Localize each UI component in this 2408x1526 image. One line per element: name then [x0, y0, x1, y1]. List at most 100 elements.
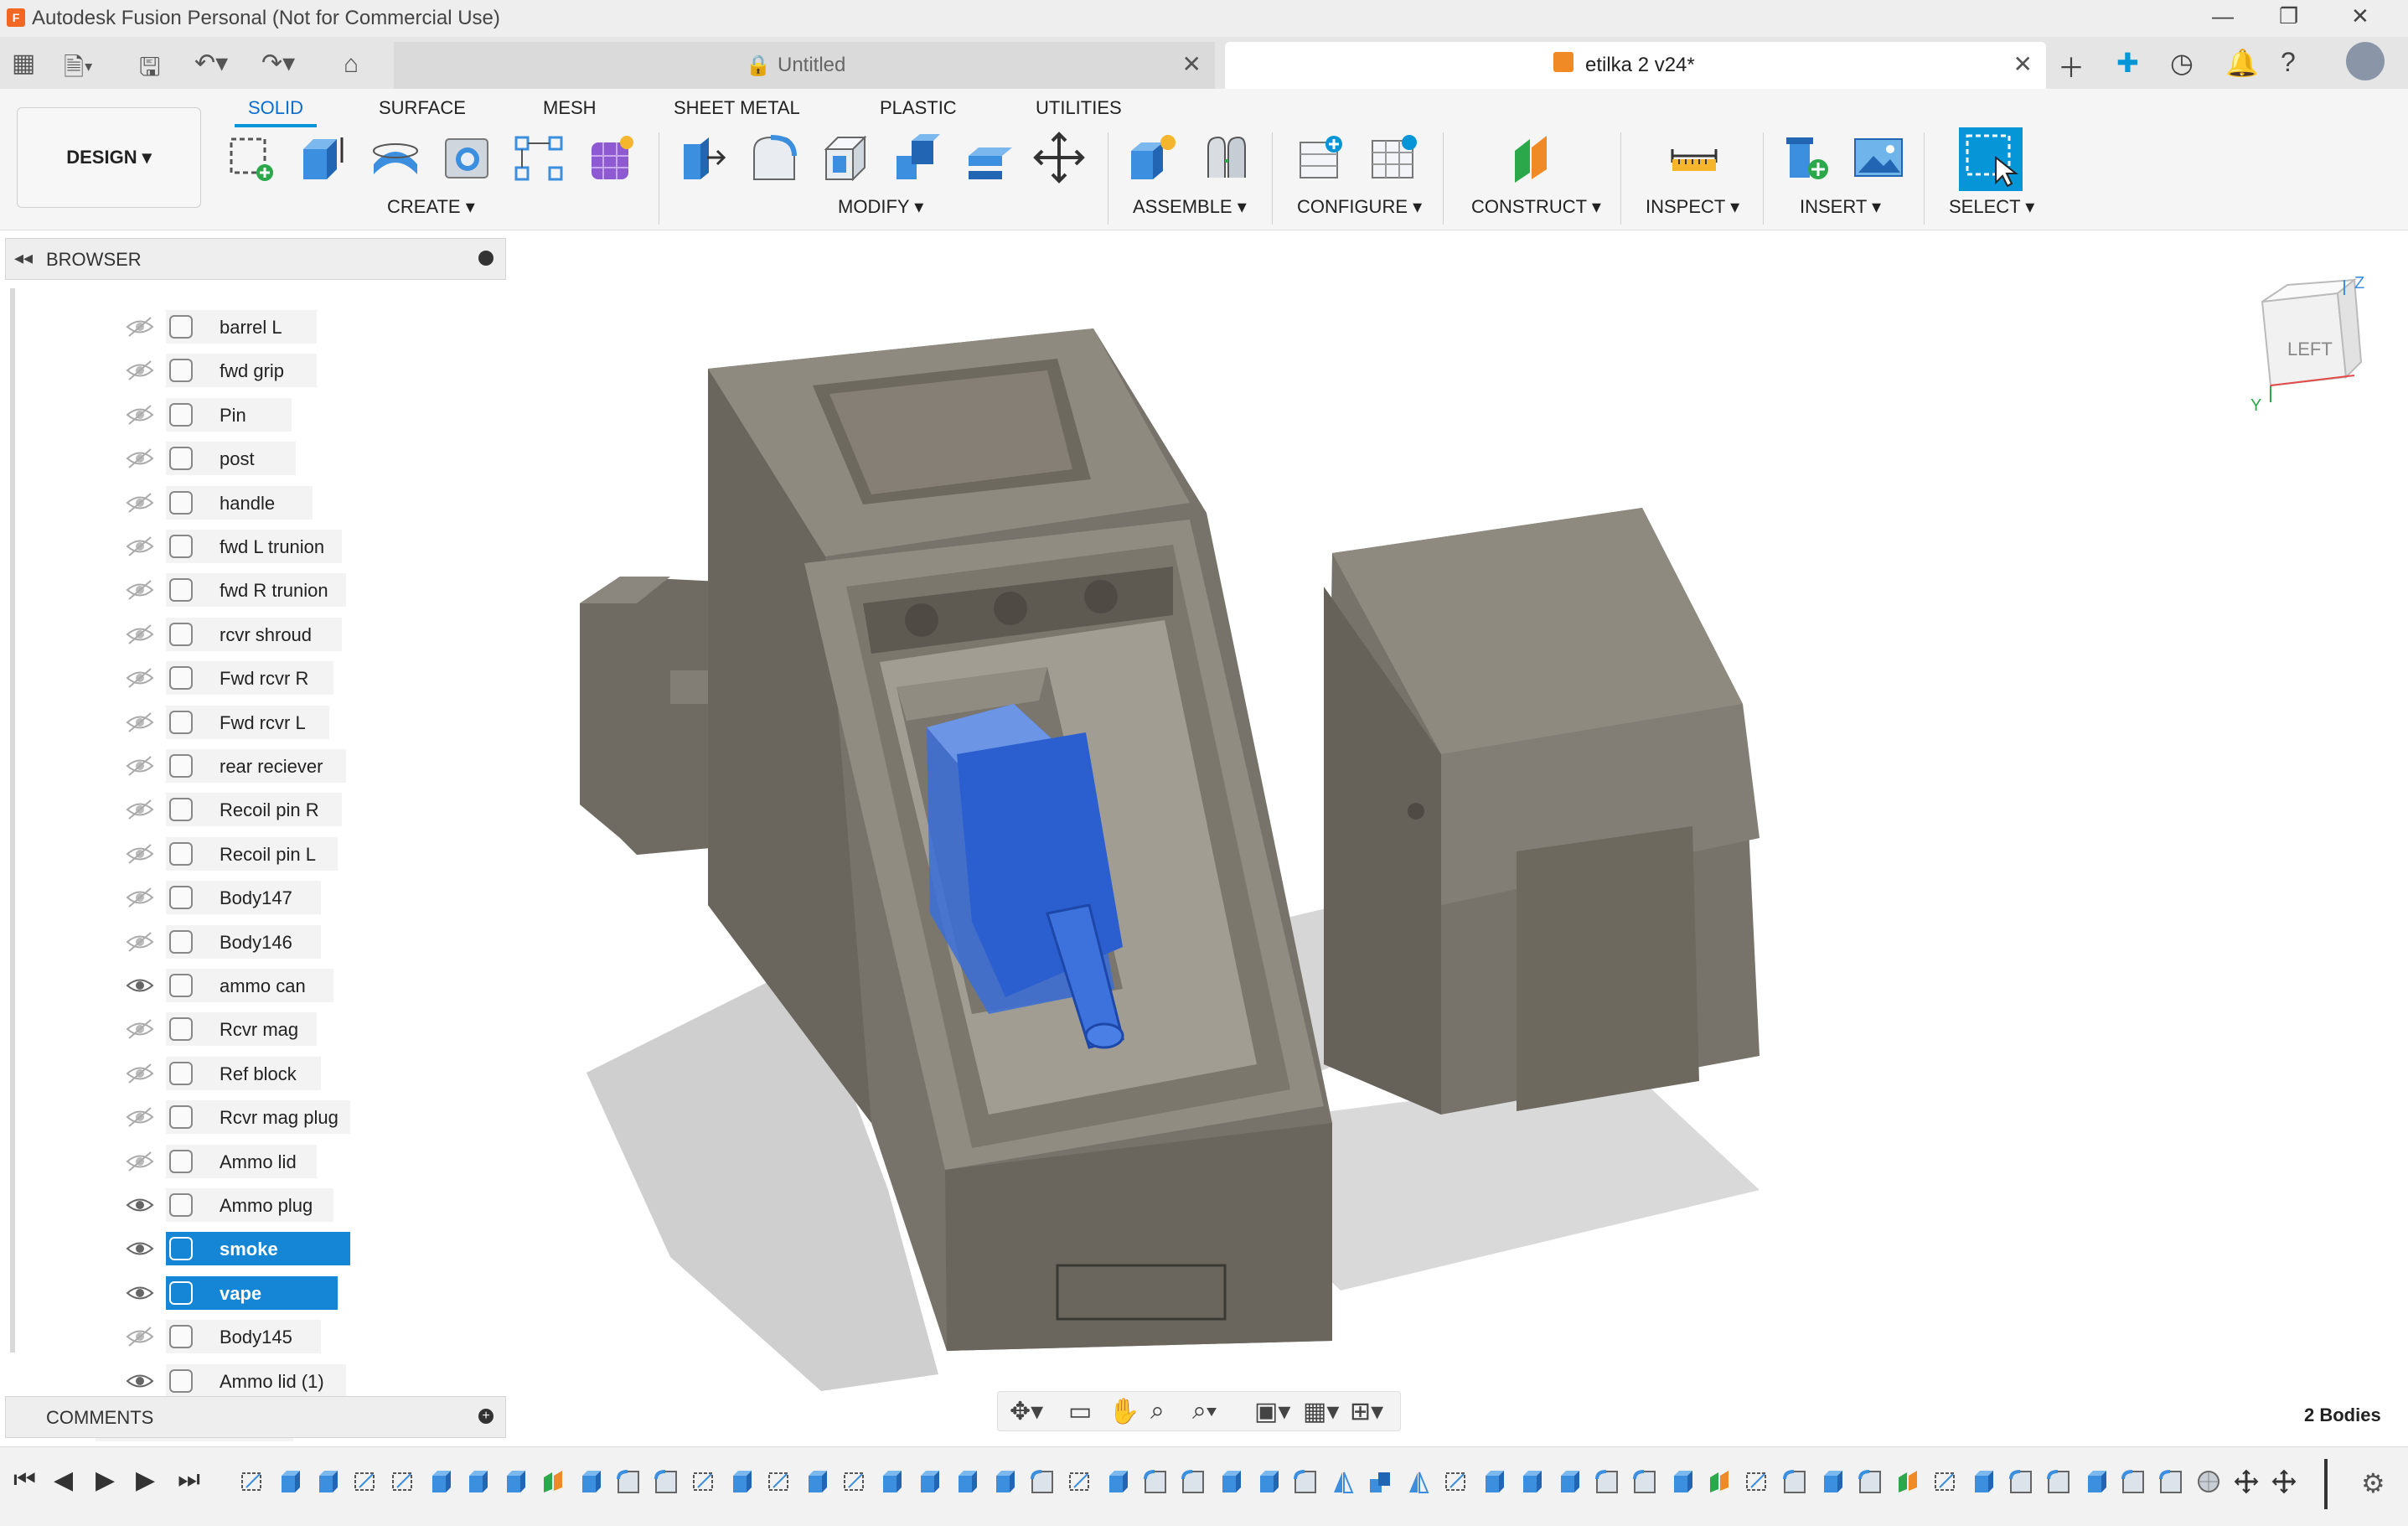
insert-image-icon[interactable] [1852, 131, 1905, 184]
timeline-move-icon[interactable] [2271, 1469, 2297, 1494]
timeline-extrude-icon[interactable] [315, 1469, 340, 1494]
timeline-fillet-icon[interactable] [1632, 1469, 1657, 1494]
go-to-start-icon[interactable]: ⏮ [13, 1466, 36, 1494]
visibility-on-icon[interactable] [126, 1370, 154, 1392]
workspace-switcher-button[interactable]: DESIGN ▾ [17, 107, 201, 208]
timeline-sketch-icon[interactable] [1744, 1469, 1770, 1494]
assemble-group-label[interactable]: ASSEMBLE ▾ [1133, 196, 1247, 218]
step-back-icon[interactable]: ◀ [54, 1466, 73, 1495]
timeline-extrude-icon[interactable] [578, 1469, 603, 1494]
close-tab-icon[interactable]: ✕ [2013, 50, 2033, 78]
joint-icon[interactable] [1200, 131, 1253, 184]
timeline-sketch-icon[interactable] [1067, 1469, 1093, 1494]
apps-grid-icon[interactable]: ▦ [12, 49, 35, 78]
visibility-off-icon[interactable] [126, 667, 154, 689]
timeline-sketch-icon[interactable] [1933, 1469, 1958, 1494]
visibility-off-icon[interactable] [126, 755, 154, 777]
timeline-track[interactable] [236, 1459, 2331, 1513]
tab-plastic[interactable]: PLASTIC [880, 97, 957, 119]
minimize-browser-icon[interactable] [478, 251, 493, 266]
minimize-icon[interactable]: — [2212, 3, 2234, 29]
help-icon[interactable]: ? [2281, 47, 2296, 78]
timeline-extrude-icon[interactable] [992, 1469, 1017, 1494]
timeline-sketch-icon[interactable] [353, 1469, 378, 1494]
timeline-extrude-icon[interactable] [1820, 1469, 1845, 1494]
home-icon[interactable]: ⌂ [344, 50, 359, 79]
undo-icon[interactable]: ↶▾ [194, 49, 228, 78]
timeline-mirror-icon[interactable] [1406, 1469, 1431, 1494]
tab-utilities[interactable]: UTILITIES [1036, 97, 1122, 119]
create-group-label[interactable]: CREATE ▾ [387, 196, 475, 218]
timeline-fillet-icon[interactable] [654, 1469, 679, 1494]
visibility-off-icon[interactable] [126, 887, 154, 908]
visibility-off-icon[interactable] [126, 535, 154, 557]
visibility-off-icon[interactable] [126, 404, 154, 426]
visibility-off-icon[interactable] [126, 623, 154, 645]
visibility-off-icon[interactable] [126, 1106, 154, 1128]
timeline-extrude-icon[interactable] [465, 1469, 490, 1494]
visibility-off-icon[interactable] [126, 360, 154, 381]
redo-icon[interactable]: ↷▾ [261, 49, 295, 78]
extensions-icon[interactable]: ✚ [2116, 47, 2139, 79]
display-settings-icon[interactable]: ▣▾ [1254, 1397, 1290, 1426]
timeline-extrude-icon[interactable] [1218, 1469, 1243, 1494]
revolve-icon[interactable] [369, 131, 422, 184]
look-at-icon[interactable]: ▭ [1068, 1397, 1092, 1426]
offset-face-icon[interactable] [964, 131, 1017, 184]
timeline-fillet-icon[interactable] [2046, 1469, 2071, 1494]
configuration-grid-icon[interactable] [1367, 131, 1421, 184]
timeline-fillet-icon[interactable] [2121, 1469, 2146, 1494]
visibility-off-icon[interactable] [126, 579, 154, 601]
timeline-fillet-icon[interactable] [1782, 1469, 1807, 1494]
pattern-icon[interactable] [513, 131, 566, 184]
visibility-on-icon[interactable] [126, 1282, 154, 1304]
fit-icon[interactable]: ⌕▾ [1192, 1397, 1217, 1425]
timeline-extrude-icon[interactable] [1670, 1469, 1695, 1494]
timeline-extrude-icon[interactable] [917, 1469, 942, 1494]
timeline-sketch-icon[interactable] [1444, 1469, 1469, 1494]
go-to-end-icon[interactable]: ⏭ [178, 1466, 200, 1494]
combine-icon[interactable] [891, 131, 945, 184]
timeline-extrude-icon[interactable] [1519, 1469, 1544, 1494]
timeline-extrude-icon[interactable] [277, 1469, 302, 1494]
visibility-off-icon[interactable] [126, 1326, 154, 1348]
tab-sheet-metal[interactable]: SHEET METAL [674, 97, 800, 119]
orbit-icon[interactable]: ✥▾ [1010, 1397, 1043, 1426]
visibility-off-icon[interactable] [126, 1063, 154, 1084]
restore-icon[interactable]: ❐ [2279, 3, 2298, 29]
tab-surface[interactable]: SURFACE [379, 97, 466, 119]
3d-viewport[interactable] [506, 230, 2408, 1436]
timeline-extrude-icon[interactable] [2084, 1469, 2109, 1494]
timeline-fillet-icon[interactable] [1030, 1469, 1055, 1494]
timeline-extrude-icon[interactable] [1557, 1469, 1582, 1494]
hole-icon[interactable] [441, 131, 494, 184]
timeline-extrude-icon[interactable] [954, 1469, 979, 1494]
tab-solid[interactable]: SOLID [248, 97, 303, 119]
timeline-extrude-icon[interactable] [428, 1469, 453, 1494]
timeline-move-icon[interactable] [2234, 1469, 2259, 1494]
timeline-extrude-icon[interactable] [503, 1469, 528, 1494]
create-sketch-icon[interactable] [226, 131, 280, 184]
timeline-plane-icon[interactable] [1707, 1469, 1732, 1494]
extrude-icon[interactable] [297, 131, 350, 184]
timeline-fillet-icon[interactable] [1858, 1469, 1883, 1494]
timeline-extrude-icon[interactable] [804, 1469, 829, 1494]
visibility-off-icon[interactable] [126, 492, 154, 514]
select-icon[interactable] [1959, 127, 2023, 191]
visibility-off-icon[interactable] [126, 931, 154, 953]
timeline-sketch-icon[interactable] [767, 1469, 792, 1494]
timeline-fillet-icon[interactable] [2008, 1469, 2033, 1494]
timeline-plane-icon[interactable] [1895, 1469, 1920, 1494]
visibility-on-icon[interactable] [126, 1194, 154, 1216]
visibility-off-icon[interactable] [126, 447, 154, 469]
view-cube[interactable]: LEFT Z Y [2245, 277, 2371, 411]
offset-plane-icon[interactable] [1508, 131, 1562, 184]
step-forward-icon[interactable]: ▶ [136, 1466, 155, 1495]
timeline-mesh-icon[interactable] [2196, 1469, 2221, 1494]
pan-icon[interactable]: ✋ [1108, 1397, 1139, 1426]
press-pull-icon[interactable] [675, 131, 729, 184]
visibility-on-icon[interactable] [126, 1238, 154, 1260]
avatar[interactable] [2346, 42, 2385, 80]
timeline-fillet-icon[interactable] [1293, 1469, 1318, 1494]
select-group-label[interactable]: SELECT ▾ [1949, 196, 2034, 218]
